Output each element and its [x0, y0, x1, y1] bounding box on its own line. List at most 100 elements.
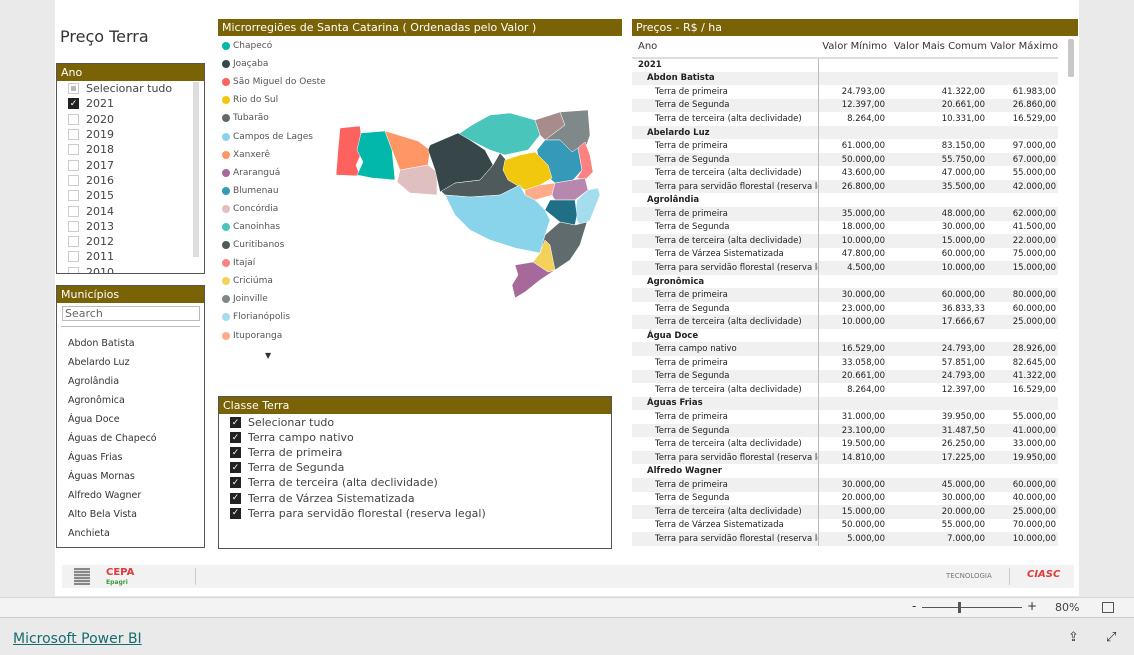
- year-item-2018[interactable]: 2018: [57, 142, 204, 157]
- checkbox[interactable]: [68, 144, 79, 156]
- legend-item[interactable]: São Miguel do Oeste: [218, 73, 622, 91]
- classe-row[interactable]: Terra de Segunda 20.661,00 24.793,00 41.322…: [632, 369, 1058, 384]
- municipio-row[interactable]: Agrolândia: [632, 193, 1058, 208]
- checkbox[interactable]: [68, 129, 79, 141]
- checkbox[interactable]: [68, 236, 79, 248]
- classe-row[interactable]: Terra de primeira 61.000,00 83.150,00 97.00…: [632, 139, 1058, 153]
- checkbox[interactable]: ✓: [230, 492, 241, 504]
- zoom-slider-thumb[interactable]: [958, 602, 961, 613]
- checkbox[interactable]: [68, 174, 79, 186]
- year-item-2011[interactable]: 2011: [57, 249, 204, 264]
- col-ano[interactable]: Ano: [632, 36, 818, 59]
- checkbox[interactable]: [68, 113, 79, 125]
- municipio-row[interactable]: Abelardo Luz: [632, 125, 1058, 140]
- year-item-2013[interactable]: 2013: [57, 219, 204, 234]
- col-valor-maximo[interactable]: Valor Máximo: [987, 36, 1058, 59]
- classe-item[interactable]: ✓ Terra de primeira: [219, 445, 611, 460]
- classe-row[interactable]: Terra de primeira 35.000,00 48.000,00 62.00…: [632, 207, 1058, 221]
- classe-row[interactable]: Terra campo nativo 16.529,00 24.793,00 28.9…: [632, 342, 1058, 357]
- share-icon[interactable]: ⇪: [1068, 630, 1079, 645]
- municipio-row[interactable]: Abdon Batista: [632, 71, 1058, 86]
- classe-item[interactable]: ✓ Terra campo nativo: [219, 430, 611, 445]
- classe-row[interactable]: Terra de Segunda 50.000,00 55.750,00 67.000…: [632, 152, 1058, 167]
- classe-row[interactable]: Terra de terceira (alta declividade) 15.0…: [632, 505, 1058, 519]
- year-item-2014[interactable]: 2014: [57, 203, 204, 218]
- legend-item[interactable]: Joinville: [218, 290, 622, 308]
- classe-row[interactable]: Terra de terceira (alta declividade) 8.26…: [632, 112, 1058, 126]
- zoom-out-button[interactable]: -: [912, 599, 916, 613]
- year-item-2010[interactable]: 2010: [57, 265, 204, 273]
- year-row[interactable]: 2021: [632, 58, 1058, 72]
- select-all-item[interactable]: Selecionar tudo: [57, 81, 204, 96]
- classe-item[interactable]: ✓ Terra de terceira (alta declividade): [219, 475, 611, 490]
- municipio-row[interactable]: Água Doce: [632, 328, 1058, 343]
- classe-row[interactable]: Terra para servidão florestal (reserva l…: [632, 532, 1058, 546]
- municipio-item[interactable]: Alfredo Wagner: [57, 486, 204, 505]
- checkbox[interactable]: [68, 251, 79, 263]
- year-item-2012[interactable]: 2012: [57, 234, 204, 249]
- classe-row[interactable]: Terra de terceira (alta declividade) 43.6…: [632, 166, 1058, 180]
- classe-row[interactable]: Terra de Segunda 23.000,00 36.833,33 60.000…: [632, 301, 1058, 316]
- legend-item[interactable]: Rio do Sul: [218, 91, 622, 109]
- zoom-slider-track[interactable]: [922, 607, 1022, 608]
- classe-row[interactable]: Terra de primeira 33.058,00 57.851,00 82.64…: [632, 356, 1058, 370]
- classe-row[interactable]: Terra de terceira (alta declividade) 10.0…: [632, 234, 1058, 248]
- fullscreen-icon[interactable]: ⤢: [1106, 630, 1116, 645]
- zoom-in-button[interactable]: +: [1027, 599, 1037, 613]
- municipio-item[interactable]: Águas Frias: [57, 448, 204, 467]
- municipio-item[interactable]: Agrolândia: [57, 372, 204, 391]
- municipio-row[interactable]: Agronômica: [632, 274, 1058, 289]
- classe-row[interactable]: Terra de primeira 30.000,00 45.000,00 60.00…: [632, 477, 1058, 492]
- col-valor-minimo[interactable]: Valor Mínimo: [818, 36, 887, 59]
- year-item-2016[interactable]: 2016: [57, 173, 204, 188]
- checkbox[interactable]: ✓: [230, 432, 241, 444]
- classe-row[interactable]: Terra de Várzea Sistematizada 50.000,00 55…: [632, 518, 1058, 533]
- municipio-row[interactable]: Águas Frias: [632, 396, 1058, 411]
- classe-row[interactable]: Terra de Segunda 20.000,00 30.000,00 40.000…: [632, 491, 1058, 506]
- municipio-item[interactable]: Abdon Batista: [57, 334, 204, 353]
- classe-item[interactable]: ✓ Terra de Várzea Sistematizada: [219, 490, 611, 505]
- legend-item[interactable]: Chapecó: [218, 37, 622, 55]
- legend-item[interactable]: Criciúma: [218, 272, 622, 290]
- col-valor-mais-comum[interactable]: Valor Mais Comum: [887, 36, 987, 59]
- checkbox[interactable]: [68, 83, 79, 95]
- year-item-2015[interactable]: 2015: [57, 188, 204, 203]
- table-scrollbar[interactable]: [1068, 39, 1074, 77]
- municipio-item[interactable]: Água Doce: [57, 410, 204, 429]
- classe-item[interactable]: ✓ Terra de Segunda: [219, 460, 611, 475]
- checkbox[interactable]: ✓: [68, 98, 79, 110]
- classe-row[interactable]: Terra de primeira 30.000,00 60.000,00 80.00…: [632, 288, 1058, 302]
- classe-row[interactable]: Terra para servidão florestal (reserva l…: [632, 450, 1058, 465]
- select-all-item[interactable]: ✓ Selecionar tudo: [219, 415, 611, 430]
- fit-to-page-icon[interactable]: [1102, 602, 1114, 613]
- year-item-2020[interactable]: 2020: [57, 112, 204, 127]
- municipio-item[interactable]: Alto Bela Vista: [57, 505, 204, 524]
- year-item-2017[interactable]: 2017: [57, 157, 204, 172]
- checkbox[interactable]: ✓: [230, 417, 241, 429]
- checkbox[interactable]: [68, 205, 79, 217]
- classe-row[interactable]: Terra de primeira 24.793,00 41.322,00 61.98…: [632, 85, 1058, 99]
- legend-item[interactable]: Joaçaba: [218, 55, 622, 73]
- municipio-item[interactable]: Abelardo Luz: [57, 353, 204, 372]
- year-item-2021[interactable]: ✓ 2021: [57, 96, 204, 111]
- classe-row[interactable]: Terra de Segunda 23.100,00 31.487,50 41.000…: [632, 423, 1058, 438]
- checkbox[interactable]: ✓: [230, 462, 241, 474]
- municipio-row[interactable]: Alfredo Wagner: [632, 464, 1058, 478]
- legend-item[interactable]: Florianópolis: [218, 308, 622, 326]
- checkbox[interactable]: [68, 266, 79, 273]
- checkbox[interactable]: [68, 159, 79, 171]
- checkbox[interactable]: ✓: [230, 507, 241, 519]
- checkbox[interactable]: [68, 220, 79, 232]
- ano-scrollbar[interactable]: [193, 82, 199, 257]
- classe-row[interactable]: Terra de terceira (alta declividade) 8.26…: [632, 383, 1058, 397]
- municipio-item[interactable]: Águas de Chapecó: [57, 429, 204, 448]
- checkbox[interactable]: ✓: [230, 447, 241, 459]
- classe-row[interactable]: Terra para servidão florestal (reserva l…: [632, 179, 1058, 194]
- classe-row[interactable]: Terra de terceira (alta declividade) 10.0…: [632, 315, 1058, 329]
- municipio-item[interactable]: Agronômica: [57, 391, 204, 410]
- year-item-2019[interactable]: 2019: [57, 127, 204, 142]
- classe-row[interactable]: Terra de primeira 31.000,00 39.950,00 55.00…: [632, 410, 1058, 424]
- classe-row[interactable]: Terra de Várzea Sistematizada 47.800,00 60…: [632, 247, 1058, 262]
- legend-scroll-down-icon[interactable]: ▼: [265, 351, 271, 360]
- checkbox[interactable]: [68, 190, 79, 202]
